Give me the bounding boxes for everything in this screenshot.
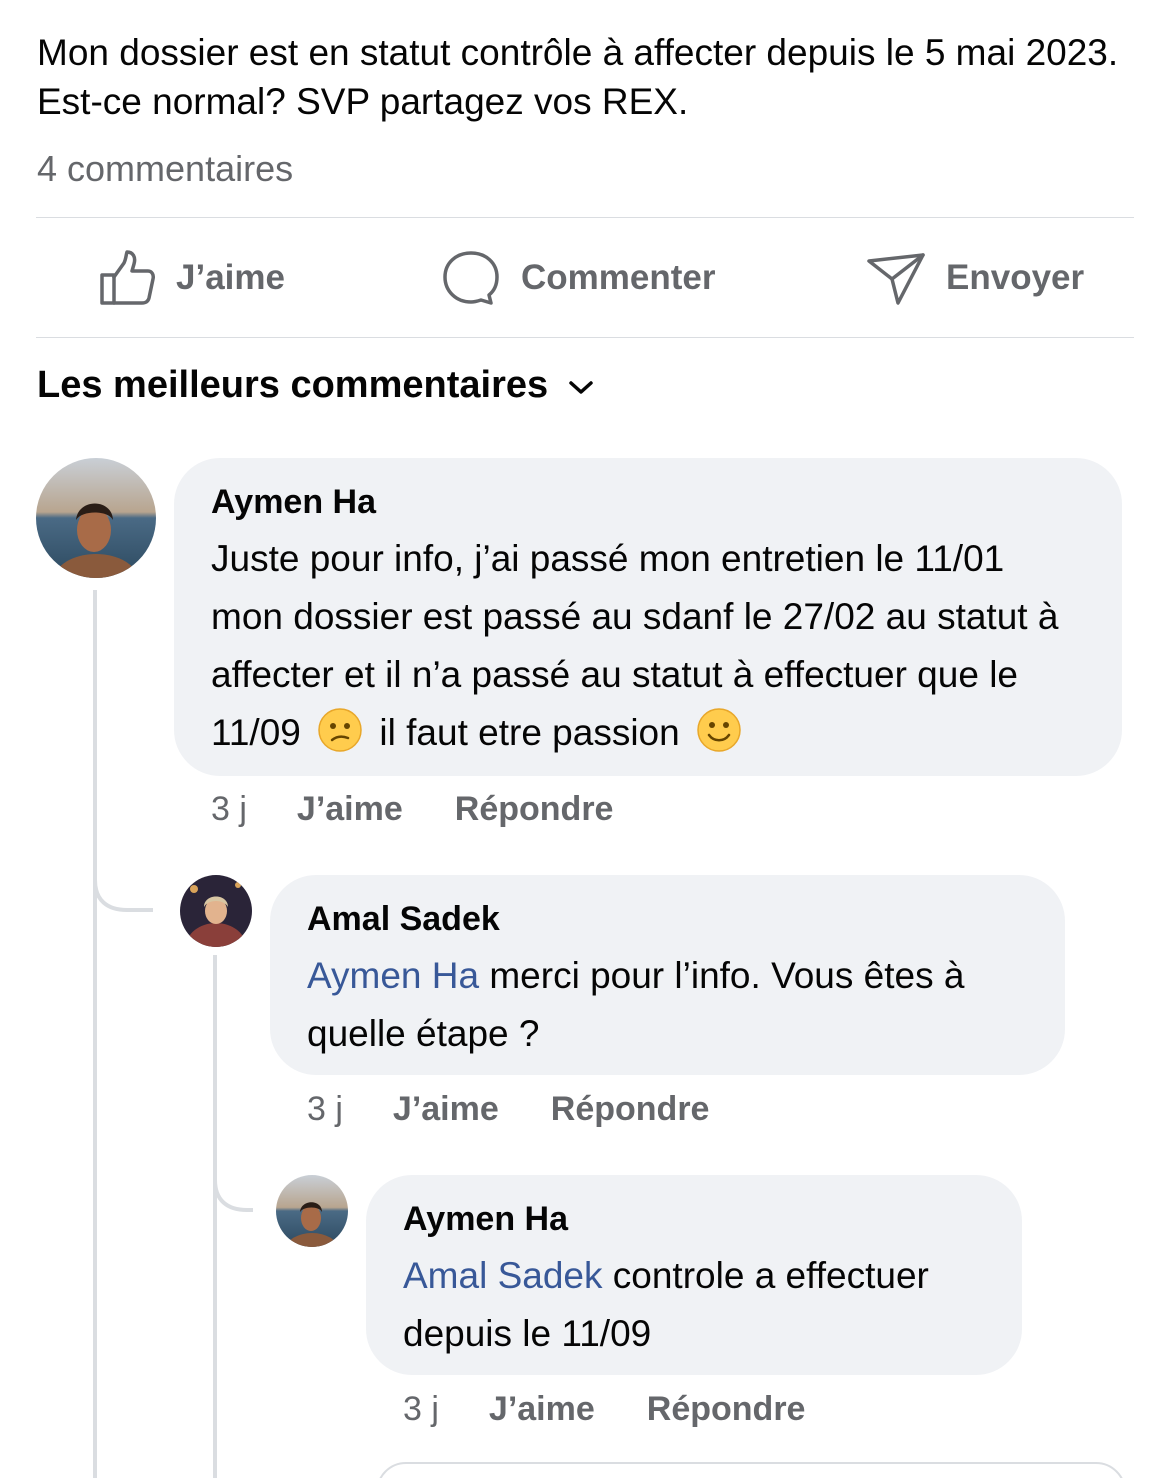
avatar[interactable]	[276, 1175, 348, 1247]
comment-time: 3 j	[307, 1090, 343, 1128]
comment-author[interactable]: Amal Sadek	[307, 899, 1029, 939]
reply-input[interactable]	[376, 1462, 1126, 1478]
comment-time: 3 j	[211, 790, 247, 828]
smiling-face-icon	[697, 708, 741, 752]
comment-meta: 3 j J’aime Répondre	[211, 790, 665, 829]
comment-text: Juste pour info, j’ai passé mon entretie…	[211, 530, 1086, 762]
comment-label: Commenter	[521, 257, 716, 297]
comment-bubble: Aymen Ha Amal Sadek controle a effectuer…	[366, 1175, 1022, 1375]
comment-time: 3 j	[403, 1390, 439, 1428]
thumbs-up-icon	[100, 249, 155, 305]
comment-author[interactable]: Aymen Ha	[211, 482, 1086, 522]
comment-text-part: il faut etre passion	[379, 712, 680, 753]
like-label: J’aime	[176, 257, 285, 297]
action-bar: J’aime Commenter Envoyer	[36, 218, 1134, 337]
reply-button[interactable]: Répondre	[551, 1090, 710, 1129]
comment-text: Aymen Ha merci pour l’info. Vous êtes à …	[307, 947, 1029, 1063]
reply-button[interactable]: Répondre	[455, 790, 614, 829]
comment-meta: 3 j J’aime Répondre	[403, 1390, 857, 1429]
comments-screen: Mon dossier est en statut contrôle à aff…	[0, 0, 1170, 1478]
comment-bubble: Amal Sadek Aymen Ha merci pour l’info. V…	[270, 875, 1065, 1075]
reply-button[interactable]: Répondre	[647, 1390, 806, 1429]
confused-face-icon	[318, 708, 362, 752]
comment-author[interactable]: Aymen Ha	[403, 1199, 992, 1239]
comment-meta: 3 j J’aime Répondre	[307, 1090, 761, 1129]
avatar[interactable]	[36, 458, 156, 578]
thread-line	[93, 590, 97, 1478]
speech-bubble-icon	[443, 250, 499, 305]
post-text: Mon dossier est en statut contrôle à aff…	[37, 32, 1119, 122]
comment-bubble: Aymen Ha Juste pour info, j’ai passé mon…	[174, 458, 1122, 776]
thread-line	[213, 955, 217, 1478]
like-comment-button[interactable]: J’aime	[489, 1390, 595, 1429]
sort-label: Les meilleurs commentaires	[37, 364, 549, 406]
chevron-down-icon	[569, 380, 593, 394]
comment-button[interactable]: Commenter	[441, 218, 715, 337]
send-button[interactable]: Envoyer	[866, 218, 1084, 337]
like-button[interactable]: J’aime	[98, 218, 285, 337]
like-comment-button[interactable]: J’aime	[297, 790, 403, 829]
thread-connector	[93, 860, 153, 912]
sort-dropdown[interactable]: Les meilleurs commentaires	[37, 364, 594, 407]
like-comment-button[interactable]: J’aime	[393, 1090, 499, 1129]
send-icon	[867, 252, 925, 305]
thread-connector	[213, 1160, 253, 1212]
divider	[36, 337, 1134, 338]
mention-link[interactable]: Aymen Ha	[307, 955, 479, 996]
comment-count[interactable]: 4 commentaires	[37, 148, 293, 190]
mention-link[interactable]: Amal Sadek	[403, 1255, 603, 1296]
avatar[interactable]	[180, 875, 252, 947]
send-label: Envoyer	[946, 257, 1085, 297]
comment-text: Amal Sadek controle a effectuer depuis l…	[403, 1247, 992, 1363]
